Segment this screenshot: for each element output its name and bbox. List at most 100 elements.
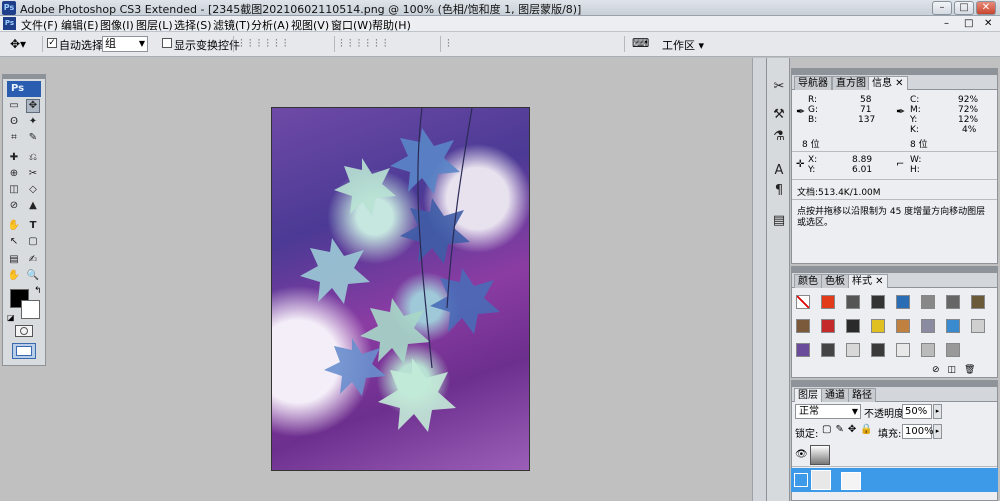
menu-window[interactable]: 窗口(W) — [331, 17, 372, 33]
move-tool-icon[interactable]: ✥ — [26, 99, 40, 113]
layer-row-adjustment[interactable]: 👁 — [792, 443, 997, 467]
notes-tool-icon[interactable]: ▤ — [7, 253, 21, 267]
style-swatch[interactable] — [921, 343, 935, 357]
tab-layers[interactable]: 图层 — [794, 388, 822, 402]
path-selection-tool-icon[interactable]: ↖ — [7, 235, 21, 249]
eye-icon[interactable] — [794, 473, 808, 487]
history-brush-tool-icon[interactable]: ✂ — [26, 167, 40, 181]
style-swatch[interactable] — [846, 319, 860, 333]
background-color-swatch[interactable] — [21, 300, 40, 319]
eyedropper-tool-icon[interactable]: ✍ — [26, 253, 40, 267]
tab-navigator[interactable]: 导航器 — [794, 76, 832, 90]
menu-image[interactable]: 图像(I) — [100, 17, 134, 33]
style-swatch[interactable] — [821, 343, 835, 357]
character-icon[interactable]: A — [770, 162, 788, 180]
dodge-tool-icon[interactable]: ▲ — [26, 199, 40, 213]
opacity-input[interactable]: 50% — [902, 404, 932, 419]
styles-footer-icons[interactable]: ⊘◫🗑 — [932, 365, 983, 375]
move-tool-preset-icon[interactable]: ✥▾ — [10, 37, 26, 51]
auto-select-dropdown[interactable]: 组 ▼ — [102, 36, 148, 52]
hand-tool-icon[interactable]: ✋ — [7, 269, 21, 283]
eye-icon[interactable]: 👁 — [795, 449, 808, 460]
style-swatch[interactable] — [946, 295, 960, 309]
auto-align-button[interactable]: ⫶ — [447, 37, 450, 51]
maximize-button[interactable]: □ — [954, 1, 974, 15]
slice-tool-icon[interactable]: ✎ — [26, 131, 40, 145]
default-colors-icon[interactable]: ◪ — [7, 313, 15, 322]
style-swatch[interactable] — [896, 295, 910, 309]
eraser-tool-icon[interactable]: ◫ — [7, 183, 21, 197]
blend-mode-dropdown[interactable]: 正常 ▼ — [795, 404, 861, 419]
align-buttons-group[interactable]: ⫶⫶⫶⫶⫶⫶ — [240, 37, 293, 51]
show-transform-checkbox[interactable] — [162, 38, 172, 48]
ps-menu-icon[interactable]: Ps — [3, 17, 16, 30]
style-swatch[interactable] — [871, 295, 885, 309]
magic-wand-tool-icon[interactable]: ✦ — [26, 115, 40, 129]
blur-tool-icon[interactable]: ⊘ — [7, 199, 21, 213]
menu-select[interactable]: 选择(S) — [174, 17, 212, 33]
style-swatch[interactable] — [796, 319, 810, 333]
minimize-button[interactable]: – — [932, 1, 952, 15]
close-button[interactable]: ✕ — [976, 1, 996, 15]
style-swatch[interactable] — [921, 319, 935, 333]
clone-stamp-tool-icon[interactable]: ⊕ — [7, 167, 21, 181]
menu-analysis[interactable]: 分析(A) — [251, 17, 289, 33]
layer-comps-icon[interactable]: ▤ — [770, 212, 788, 230]
style-swatch[interactable] — [921, 295, 935, 309]
tab-histogram[interactable]: 直方图 — [832, 76, 870, 90]
style-swatch[interactable] — [871, 343, 885, 357]
menu-edit[interactable]: 编辑(E) — [61, 17, 99, 33]
tab-color[interactable]: 颜色 — [794, 274, 822, 288]
tab-channels[interactable]: 通道 — [821, 388, 849, 402]
tab-info[interactable]: 信息 ✕ — [868, 76, 908, 90]
tools-preset-icon[interactable]: ✂ — [770, 78, 788, 96]
menu-layer[interactable]: 图层(L) — [136, 17, 173, 33]
layer-row-selected[interactable] — [791, 468, 998, 492]
healing-tool-icon[interactable]: ✚ — [7, 151, 21, 165]
style-swatch[interactable] — [796, 343, 810, 357]
style-swatch[interactable] — [846, 343, 860, 357]
style-swatch[interactable] — [821, 319, 835, 333]
fill-input[interactable]: 100% — [902, 424, 934, 439]
style-swatch[interactable] — [896, 343, 910, 357]
tab-swatches[interactable]: 色板 — [821, 274, 849, 288]
lock-buttons-group[interactable]: ▢✎✥🔒 — [822, 424, 877, 435]
shape-tool-icon[interactable]: ▢ — [26, 235, 40, 249]
paragraph-icon[interactable]: ¶ — [770, 182, 788, 200]
pen-tool-icon[interactable]: ✋ — [7, 219, 21, 233]
style-swatch-none[interactable] — [796, 295, 810, 309]
tab-paths[interactable]: 路径 — [848, 388, 876, 402]
doc-minimize-button[interactable]: – — [944, 18, 949, 29]
crop-tool-icon[interactable]: ⌗ — [7, 131, 21, 145]
style-swatch[interactable] — [971, 295, 985, 309]
clone-source-icon[interactable]: ⚗ — [770, 128, 788, 146]
fill-slider-button[interactable]: ▸ — [933, 424, 942, 439]
document-image[interactable] — [271, 107, 530, 471]
marquee-tool-icon[interactable]: ▭ — [7, 99, 21, 113]
distribute-buttons-group[interactable]: ⫶⫶⫶⫶⫶⫶ — [340, 37, 393, 51]
style-swatch[interactable] — [871, 319, 885, 333]
menu-file[interactable]: 文件(F) — [21, 17, 58, 33]
doc-maximize-button[interactable]: □ — [964, 18, 973, 29]
bridge-icon[interactable]: ⌨ — [632, 36, 649, 50]
lasso-tool-icon[interactable]: ʘ — [7, 115, 21, 129]
style-swatch[interactable] — [946, 319, 960, 333]
panel-scroll-strip[interactable] — [752, 58, 766, 501]
swap-colors-icon[interactable]: ↰ — [34, 286, 42, 296]
brushes-icon[interactable]: ⚒ — [770, 106, 788, 124]
style-swatch[interactable] — [946, 343, 960, 357]
workspace-button[interactable]: 工作区 ▾ — [662, 37, 704, 53]
menu-help[interactable]: 帮助(H) — [372, 17, 411, 33]
quick-mask-button[interactable] — [15, 325, 33, 337]
auto-select-checkbox[interactable]: ✓ — [47, 38, 57, 48]
paint-bucket-tool-icon[interactable]: ◇ — [26, 183, 40, 197]
opacity-slider-button[interactable]: ▸ — [933, 404, 942, 419]
type-tool-icon[interactable]: T — [26, 219, 40, 233]
tab-styles[interactable]: 样式 ✕ — [848, 274, 888, 288]
menu-filter[interactable]: 滤镜(T) — [213, 17, 250, 33]
style-swatch[interactable] — [971, 319, 985, 333]
brush-tool-icon[interactable]: ⎌ — [26, 151, 40, 165]
menu-view[interactable]: 视图(V) — [291, 17, 329, 33]
screen-mode-button[interactable] — [12, 343, 36, 359]
style-swatch[interactable] — [821, 295, 835, 309]
